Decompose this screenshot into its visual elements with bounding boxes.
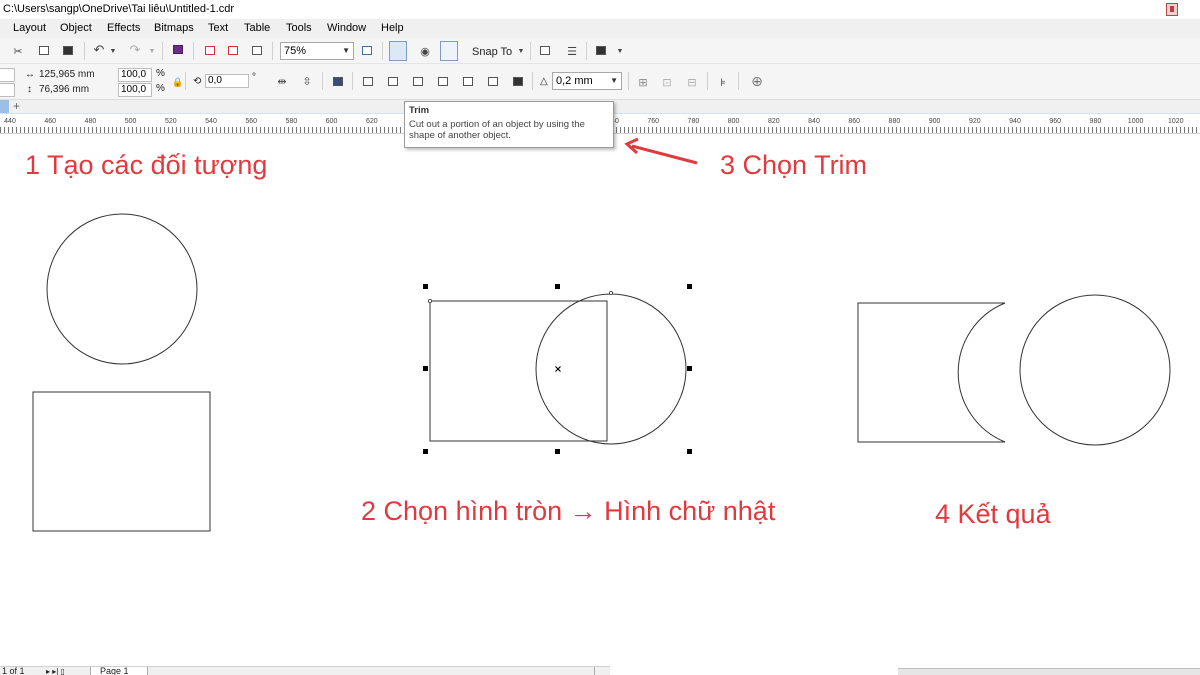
result-circle[interactable] bbox=[1019, 294, 1171, 446]
annotation-arrow-line bbox=[631, 144, 698, 165]
selection-handle[interactable] bbox=[555, 449, 560, 454]
step2-annotation: 2 Chọn hình tròn → Hình chữ nhật bbox=[361, 496, 776, 526]
circle-node[interactable] bbox=[609, 290, 614, 295]
selection-handle[interactable] bbox=[687, 284, 692, 289]
selected-rectangle[interactable] bbox=[429, 300, 608, 442]
scrollbar-divider bbox=[594, 667, 595, 675]
selection-handle[interactable] bbox=[555, 284, 560, 289]
page-counter: 1 of 1 bbox=[2, 666, 25, 675]
rectangle-node[interactable] bbox=[427, 298, 432, 303]
page-navigator: 1 of 1 ▸ ▸| ▯ Page 1 bbox=[0, 666, 610, 675]
selection-center-marker[interactable] bbox=[555, 366, 561, 372]
step1-annotation: 1 Tạo các đối tượng bbox=[25, 150, 268, 180]
horizontal-scrollbar[interactable] bbox=[898, 668, 1200, 675]
selection-handle[interactable] bbox=[687, 449, 692, 454]
selection-handle[interactable] bbox=[423, 284, 428, 289]
selection-handle[interactable] bbox=[423, 449, 428, 454]
selection-handle[interactable] bbox=[687, 366, 692, 371]
page-nav-arrows-icon[interactable]: ▸ ▸| ▯ bbox=[46, 667, 65, 675]
tooltip-title: Trim bbox=[409, 105, 430, 116]
trim-tooltip: Trim Cut out a portion of an object by u… bbox=[404, 101, 614, 148]
source-rectangle[interactable] bbox=[32, 391, 211, 532]
trimmed-rectangle[interactable] bbox=[857, 302, 1006, 443]
tooltip-description: Cut out a portion of an object by using … bbox=[409, 118, 585, 142]
step4-annotation: 4 Kết quả bbox=[935, 499, 1051, 529]
page-tab-label: Page 1 bbox=[100, 666, 129, 675]
source-circle[interactable] bbox=[46, 213, 198, 365]
step3-annotation: 3 Chọn Trim bbox=[720, 150, 868, 180]
selection-handle[interactable] bbox=[423, 366, 428, 371]
